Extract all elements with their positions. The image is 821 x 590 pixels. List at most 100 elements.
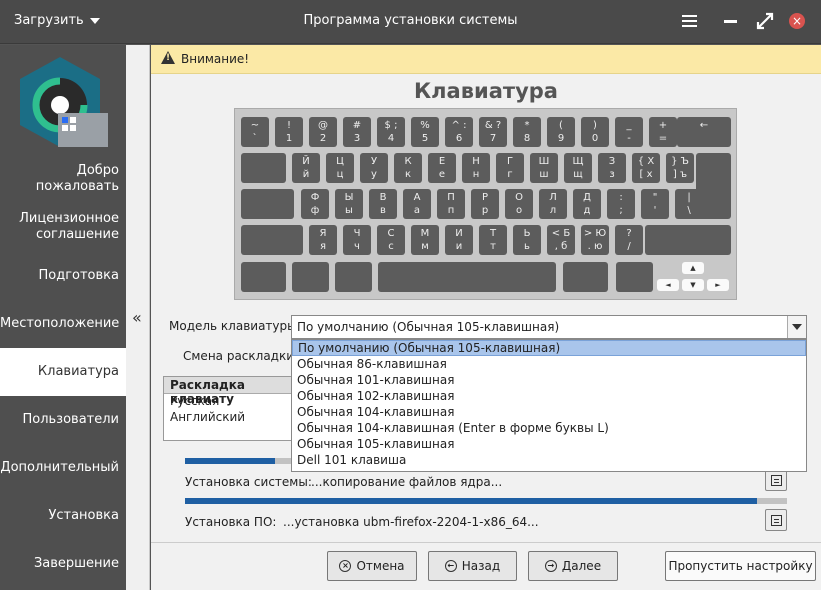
keyboard-key: ) 0 (581, 117, 609, 147)
back-button-label: Назад (461, 559, 501, 573)
skip-setup-button[interactable]: Пропустить настройку (665, 551, 816, 581)
maximize-icon[interactable] (756, 12, 774, 30)
keyboard-key: % 5 (411, 117, 439, 147)
keyboard-key: Йй (292, 153, 320, 183)
model-option[interactable]: По умолчанию (Обычная 105-клавишная) (292, 340, 806, 356)
keyboard-key: Сс (377, 225, 405, 255)
sidebar-item-users[interactable]: Пользователи (0, 412, 126, 428)
keyboard-key: Ьь (513, 225, 541, 255)
keyboard-key (335, 262, 372, 292)
keyboard-key: Уу (360, 153, 388, 183)
keyboard-key: _ - (615, 117, 643, 147)
minimize-icon[interactable] (724, 12, 742, 30)
keyboard-key (241, 189, 294, 219)
keyboard-key: @2 (309, 117, 337, 147)
sidebar-item-keyboard[interactable]: Клавиатура (0, 348, 126, 396)
sidebar-item-location[interactable]: Местоположение (0, 316, 126, 332)
keyboard-key: #3 (343, 117, 371, 147)
collapse-sidebar-icon: « (132, 308, 142, 327)
system-progress-bar (185, 498, 787, 504)
model-option[interactable]: Обычная 102-клавишная (292, 388, 806, 404)
keyboard-model-value: По умолчанию (Обычная 105-клавишная) (297, 320, 560, 334)
keyboard-key: Лл (539, 189, 567, 219)
keyboard-key: Пп (437, 189, 465, 219)
keyboard-key: > Ю. ю (581, 225, 609, 255)
close-icon[interactable]: × (789, 13, 805, 29)
sidebar-item-install[interactable]: Установка (0, 508, 126, 524)
keyboard-key: Фф (301, 189, 329, 219)
software-log-button[interactable] (765, 509, 787, 531)
cancel-button[interactable]: × Отмена (327, 551, 417, 581)
arrow-right-icon: → (544, 560, 557, 572)
software-install-status: ...установка ubm-firefox-2204-1-x86_64..… (283, 515, 539, 529)
keyboard-key: ? / (615, 225, 643, 255)
keyboard-key: ! 1 (275, 117, 303, 147)
keyboard-key: Нн (462, 153, 490, 183)
keyboard-preview: ~ `! 1 @2 #3 $ ; 4% 5 ^ :6 & ? 7 * 8(9) 0 _ - + = ← Йй Цц Уу К… (234, 108, 737, 300)
keyboard-key: | \ (675, 189, 703, 219)
hamburger-menu-icon[interactable] (682, 12, 700, 30)
app-logo (14, 55, 114, 155)
model-option[interactable]: Обычная 101-клавишная (292, 372, 806, 388)
sidebar: Добро пожаловать Лицензионное соглашение… (0, 45, 126, 590)
keyboard-key: < Б, б (547, 225, 575, 255)
keyboard-key: Чч (343, 225, 371, 255)
keyboard-key (241, 225, 303, 255)
keyboard-key: ► (707, 279, 729, 291)
cancel-icon: × (339, 560, 352, 572)
keyboard-key (563, 262, 608, 292)
next-button[interactable]: → Далее (528, 551, 618, 581)
layout-row-english[interactable]: Английский (164, 410, 302, 426)
sidebar-collapse-button[interactable]: « (126, 45, 150, 590)
keyboard-key: Аа (403, 189, 431, 219)
keyboard-key: Яя (309, 225, 337, 255)
keyboard-key: Тт (479, 225, 507, 255)
model-option[interactable]: Обычная 104-клавишная (292, 404, 806, 420)
model-option[interactable]: Обычная 86-клавишная (292, 356, 806, 372)
keyboard-key: * 8 (513, 117, 541, 147)
dropdown-arrow-icon[interactable] (787, 316, 806, 338)
back-button[interactable]: ← Назад (428, 551, 517, 581)
keyboard-key (645, 225, 731, 255)
layout-switch-label: Смена раскладки: (183, 349, 299, 363)
sidebar-item-preparation[interactable]: Подготовка (0, 268, 126, 284)
keyboard-key: Мм (411, 225, 439, 255)
keyboard-key: (9 (547, 117, 575, 147)
keyboard-key: & ? 7 (479, 117, 507, 147)
log-icon (771, 515, 782, 526)
keyboard-key: Вв (369, 189, 397, 219)
model-option[interactable]: Обычная 104-клавишная (Enter в форме бук… (292, 420, 806, 436)
keyboard-key: :; (607, 189, 635, 219)
keyboard-key: Щщ (564, 153, 592, 183)
keyboard-key: Рр (471, 189, 499, 219)
layout-list: Раскладка клавиату Русская Английский (163, 376, 303, 441)
keyboard-key: ◄ (657, 279, 679, 291)
sidebar-item-license[interactable]: Лицензионное соглашение (0, 211, 126, 243)
keyboard-model-select[interactable]: По умолчанию (Обычная 105-клавишная) (291, 315, 807, 339)
keyboard-key (241, 153, 286, 183)
warning-icon (161, 51, 175, 64)
keyboard-key (378, 262, 556, 292)
keyboard-key: ▼ (682, 279, 704, 291)
keyboard-key (241, 262, 286, 292)
model-option[interactable]: Обычная 105-клавишная (292, 436, 806, 452)
keyboard-key: ← (677, 117, 731, 147)
system-log-button[interactable] (765, 469, 787, 491)
title-bar: Загрузить Программа установки системы × (0, 0, 821, 44)
sidebar-item-advanced[interactable]: Дополнительный (0, 460, 126, 476)
sidebar-item-welcome[interactable]: Добро пожаловать (0, 163, 126, 195)
sidebar-item-finish[interactable]: Завершение (0, 556, 126, 572)
keyboard-key: Ее (428, 153, 456, 183)
system-install-status: ...копирование файлов ядра... (311, 475, 503, 489)
arrow-left-icon: ← (444, 560, 457, 572)
keyboard-key: Дд (573, 189, 601, 219)
system-install-label: Установка системы: (185, 475, 312, 489)
keyboard-key (292, 262, 329, 292)
keyboard-key: ^ :6 (445, 117, 473, 147)
keyboard-key: Ии (445, 225, 473, 255)
keyboard-key: Ыы (335, 189, 363, 219)
skip-setup-label: Пропустить настройку (668, 559, 813, 573)
keyboard-key: " ' (641, 189, 669, 219)
cancel-button-label: Отмена (356, 559, 405, 573)
model-option[interactable]: Dell 101 клавиша (292, 452, 806, 468)
